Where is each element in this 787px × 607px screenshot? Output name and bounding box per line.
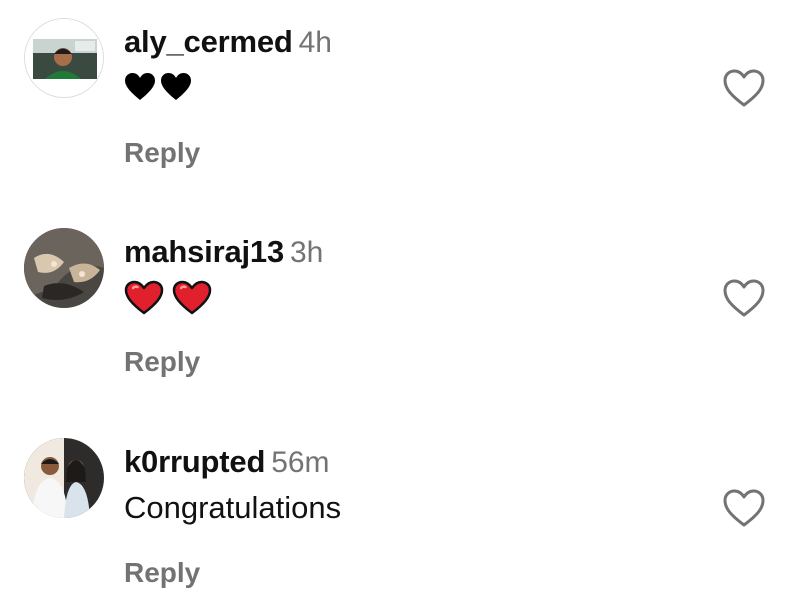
reply-button[interactable]: Reply [124,556,200,590]
username[interactable]: k0rrupted [124,444,265,479]
comment-text [124,72,192,102]
comment-text [124,280,212,316]
heart-outline-icon[interactable] [722,488,766,528]
comment-item: k0rrupted 56m Congratulations Reply [0,420,787,607]
timestamp[interactable]: 56m [271,446,329,479]
red-heart-emoji-icon [124,280,164,315]
comment-item: aly_cermed 4h Reply [0,0,787,200]
black-heart-emoji-icon [161,73,191,100]
avatar[interactable] [24,228,104,308]
username[interactable]: aly_cermed [124,24,293,59]
timestamp[interactable]: 3h [290,236,323,269]
heart-outline-icon[interactable] [722,68,766,108]
reply-button[interactable]: Reply [124,345,200,379]
comment-item: mahsiraj13 3h Reply [0,210,787,410]
comment-text: Congratulations [124,490,342,525]
username[interactable]: mahsiraj13 [124,234,284,269]
black-heart-emoji-icon [125,73,155,100]
avatar[interactable] [24,18,104,98]
red-heart-emoji-icon [172,280,212,315]
heart-outline-icon[interactable] [722,278,766,318]
reply-button[interactable]: Reply [124,136,200,170]
comment-header: aly_cermed 4h [124,24,332,66]
avatar[interactable] [24,438,104,518]
comment-header: mahsiraj13 3h [124,234,323,276]
timestamp[interactable]: 4h [299,26,332,59]
comment-header: k0rrupted 56m [124,444,330,486]
